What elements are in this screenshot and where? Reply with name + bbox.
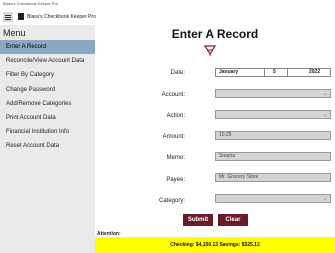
- sidebar: Menu Enter A Record Reconcile/View Accou…: [0, 25, 95, 253]
- date-year[interactable]: 2022: [309, 69, 320, 76]
- sidebar-item-reset[interactable]: Reset Account Data: [0, 139, 95, 153]
- date-label: Date:: [170, 70, 185, 76]
- action-label: Action:: [166, 113, 185, 119]
- sidebar-item-enter-record[interactable]: Enter A Record: [0, 40, 95, 55]
- chevron-down-icon: ⌄: [322, 196, 327, 202]
- sidebar-item-reconcile[interactable]: Reconcile/View Account Data: [0, 54, 95, 68]
- payee-field[interactable]: Mr. Grocery Store: [215, 173, 331, 182]
- hamburger-menu-icon[interactable]: [3, 12, 13, 22]
- sidebar-item-filter-category[interactable]: Filter By Category: [0, 68, 95, 82]
- sidebar-item-categories[interactable]: Add/Remove Categories: [0, 97, 95, 111]
- payee-label: Payee:: [166, 177, 185, 183]
- date-divider: [264, 69, 265, 76]
- sidebar-item-change-password[interactable]: Change Password: [0, 83, 95, 97]
- amount-label: Amount:: [162, 134, 185, 140]
- logo-icon: [203, 45, 217, 56]
- chevron-down-icon: ⌄: [322, 112, 327, 118]
- main-panel: Enter A Record Date: January 5 2022 Acco…: [95, 25, 335, 253]
- sidebar-menu: Enter A Record Reconcile/View Account Da…: [0, 40, 95, 154]
- date-picker[interactable]: January 5 2022: [215, 68, 331, 77]
- sidebar-heading: Menu: [3, 28, 26, 38]
- account-label: Account:: [161, 92, 185, 98]
- app-title: Blass's Checkbook Keeper Pro: [27, 14, 96, 20]
- date-month[interactable]: January: [219, 69, 238, 76]
- date-day[interactable]: 5: [273, 69, 276, 76]
- date-divider: [287, 69, 288, 76]
- sidebar-item-print[interactable]: Print Account Data: [0, 111, 95, 125]
- clear-button[interactable]: Clear: [218, 214, 248, 226]
- window-titlebar: Blass's Checkbook Keeper Pro: [0, 0, 335, 9]
- balance-status-bar: Checking: $4,150.13 Savings: $525.12: [95, 237, 335, 253]
- window-title: Blass's Checkbook Keeper Pro: [3, 1, 59, 6]
- app-icon: [18, 13, 24, 20]
- category-label: Category:: [158, 198, 185, 204]
- chevron-down-icon: ⌄: [322, 91, 327, 97]
- account-select[interactable]: ⌄: [215, 89, 331, 98]
- submit-button[interactable]: Submit: [183, 214, 213, 226]
- app-bar: Blass's Checkbook Keeper Pro: [0, 9, 335, 25]
- sidebar-item-institution-info[interactable]: Financial Institution Info: [0, 125, 95, 139]
- action-select[interactable]: ⌄: [215, 110, 331, 119]
- memo-label: Memo:: [166, 155, 185, 161]
- category-select[interactable]: ⌄: [215, 194, 331, 203]
- amount-field[interactable]: 10.25: [215, 131, 331, 140]
- memo-field[interactable]: Snacks: [215, 152, 331, 161]
- page-title: Enter A Record: [171, 27, 259, 41]
